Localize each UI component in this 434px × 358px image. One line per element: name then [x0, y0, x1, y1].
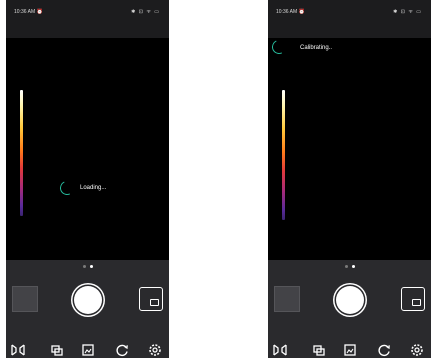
pip-icon — [150, 299, 159, 306]
status-icons: ✱ ⊡ ᯤ ▭ — [131, 9, 160, 15]
bottom-toolbar — [268, 342, 431, 358]
thermal-viewport[interactable] — [268, 38, 431, 260]
pip-icon — [412, 299, 421, 306]
dual-image-icon[interactable] — [272, 342, 288, 358]
status-bar: 10:36 AM ⏰ ✱ ⊡ ᯤ ▭ — [268, 0, 431, 28]
page-dot[interactable] — [82, 265, 86, 268]
status-message: Loading... — [80, 185, 107, 191]
page-indicator — [268, 264, 431, 268]
bottom-toolbar — [6, 342, 169, 358]
settings-icon[interactable] — [409, 342, 425, 358]
shutter-button[interactable] — [336, 286, 364, 314]
status-icons: ✱ ⊡ ᯤ ▭ — [393, 9, 422, 15]
image-edit-icon[interactable] — [80, 342, 96, 358]
phone-screen-loading: 10:36 AM ⏰ ✱ ⊡ ᯤ ▭ Loading... — [6, 0, 169, 358]
status-time: 10:36 AM ⏰ — [14, 9, 43, 15]
page-dot-active[interactable] — [351, 265, 355, 268]
gallery-thumbnail[interactable] — [12, 286, 38, 312]
status-message: Calibrating.. — [300, 45, 333, 51]
shutter-button[interactable] — [74, 286, 102, 314]
thermal-viewport[interactable] — [6, 38, 169, 260]
phone-screen-calibrating: 10:36 AM ⏰ ✱ ⊡ ᯤ ▭ Calibrating.. — [268, 0, 431, 358]
top-band — [268, 28, 431, 38]
top-band — [6, 28, 169, 38]
status-time: 10:36 AM ⏰ — [276, 9, 305, 15]
layers-icon[interactable] — [49, 342, 65, 358]
image-edit-icon[interactable] — [342, 342, 358, 358]
layers-icon[interactable] — [311, 342, 327, 358]
gallery-thumbnail[interactable] — [274, 286, 300, 312]
palette-cycle-icon[interactable] — [114, 342, 130, 358]
status-bar: 10:36 AM ⏰ ✱ ⊡ ᯤ ▭ — [6, 0, 169, 28]
palette-cycle-icon[interactable] — [376, 342, 392, 358]
dual-image-icon[interactable] — [10, 342, 26, 358]
picture-in-picture-button[interactable] — [401, 287, 425, 311]
page-dot-active[interactable] — [89, 265, 93, 268]
camera-controls — [268, 260, 431, 358]
page-indicator — [6, 264, 169, 268]
thermal-color-scale — [20, 90, 23, 216]
thermal-color-scale — [282, 90, 285, 220]
picture-in-picture-button[interactable] — [139, 287, 163, 311]
settings-icon[interactable] — [147, 342, 163, 358]
page-dot[interactable] — [344, 265, 348, 268]
camera-controls — [6, 260, 169, 358]
